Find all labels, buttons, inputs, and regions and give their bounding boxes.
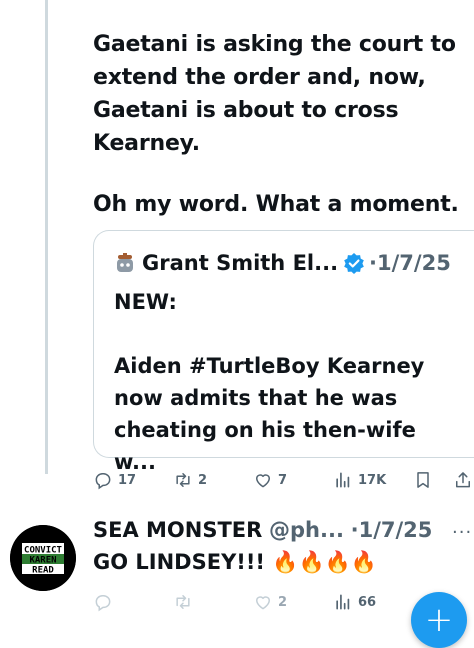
quoted-tweet-text: NEW: Aiden #TurtleBoy Kearney now admits…: [114, 286, 464, 478]
convict-karen-read-avatar: CONVICT KAREN READ: [10, 525, 76, 591]
tweet-text: Gaetani is asking the court to extend th…: [93, 28, 468, 221]
repost-count: 2: [198, 472, 208, 488]
like-icon: [256, 474, 270, 488]
like-button[interactable]: 2: [253, 592, 287, 612]
share-button[interactable]: [453, 470, 474, 490]
reply-author-handle[interactable]: @ph...: [269, 518, 344, 542]
quoted-author-name: Grant Smith El...: [142, 251, 339, 275]
bookmark-icon: [417, 472, 429, 488]
quoted-tweet-header: Grant Smith El... ·1/7/25: [114, 251, 451, 275]
plus-icon: +: [424, 600, 454, 640]
repost-icon: [176, 595, 190, 609]
avatar[interactable]: CONVICT KAREN READ: [10, 525, 76, 591]
repost-button[interactable]: 2: [173, 470, 207, 490]
avatar-line-2: KAREN: [29, 556, 56, 566]
reply-text: GO LINDSEY!!! 🔥🔥🔥🔥: [93, 550, 377, 574]
views-icon: [336, 472, 350, 488]
quoted-paragraph: Aiden #TurtleBoy Kearney now admits that…: [114, 354, 425, 474]
reply-author-name[interactable]: SEA MONSTER: [93, 518, 262, 542]
views-icon: [336, 594, 350, 610]
avatar-line-1: CONVICT: [24, 546, 63, 556]
tweet-paragraph: Gaetani is asking the court to extend th…: [93, 32, 456, 156]
tweet-action-bar: 17 2 7 17K: [93, 470, 474, 496]
reply-button[interactable]: 17: [93, 470, 136, 490]
reply-header: SEA MONSTER @ph... ·1/7/25: [93, 518, 432, 542]
more-options-button[interactable]: ···: [452, 522, 472, 543]
view-count: 66: [358, 594, 377, 610]
thread-connector-line: [45, 0, 48, 474]
share-icon: [456, 472, 470, 488]
reply-button[interactable]: [93, 592, 118, 612]
like-button[interactable]: 7: [253, 470, 287, 490]
like-icon: [256, 596, 270, 610]
reply-icon: [95, 595, 111, 612]
bookmark-button[interactable]: [413, 470, 438, 490]
reply-date[interactable]: ·1/7/25: [351, 518, 433, 542]
quoted-paragraph: NEW:: [114, 290, 177, 314]
avatar-line-3: READ: [32, 566, 54, 576]
reply-icon: [95, 473, 111, 490]
repost-button[interactable]: [173, 592, 198, 612]
views-button[interactable]: 17K: [333, 470, 386, 490]
view-count: 17K: [358, 472, 387, 488]
views-button[interactable]: 66: [333, 592, 376, 612]
like-count: 2: [278, 594, 288, 610]
quoted-tweet-date: ·1/7/25: [369, 251, 451, 275]
bot-avatar-icon: [117, 253, 133, 272]
reply-count: 17: [118, 472, 137, 488]
repost-icon: [176, 473, 190, 487]
quoted-tweet-card[interactable]: Grant Smith El... ·1/7/25 NEW: Aiden #Tu…: [93, 230, 474, 474]
like-count: 7: [278, 472, 288, 488]
verified-icon: [344, 253, 364, 274]
tweet-paragraph: Oh my word. What a moment.: [93, 192, 459, 217]
